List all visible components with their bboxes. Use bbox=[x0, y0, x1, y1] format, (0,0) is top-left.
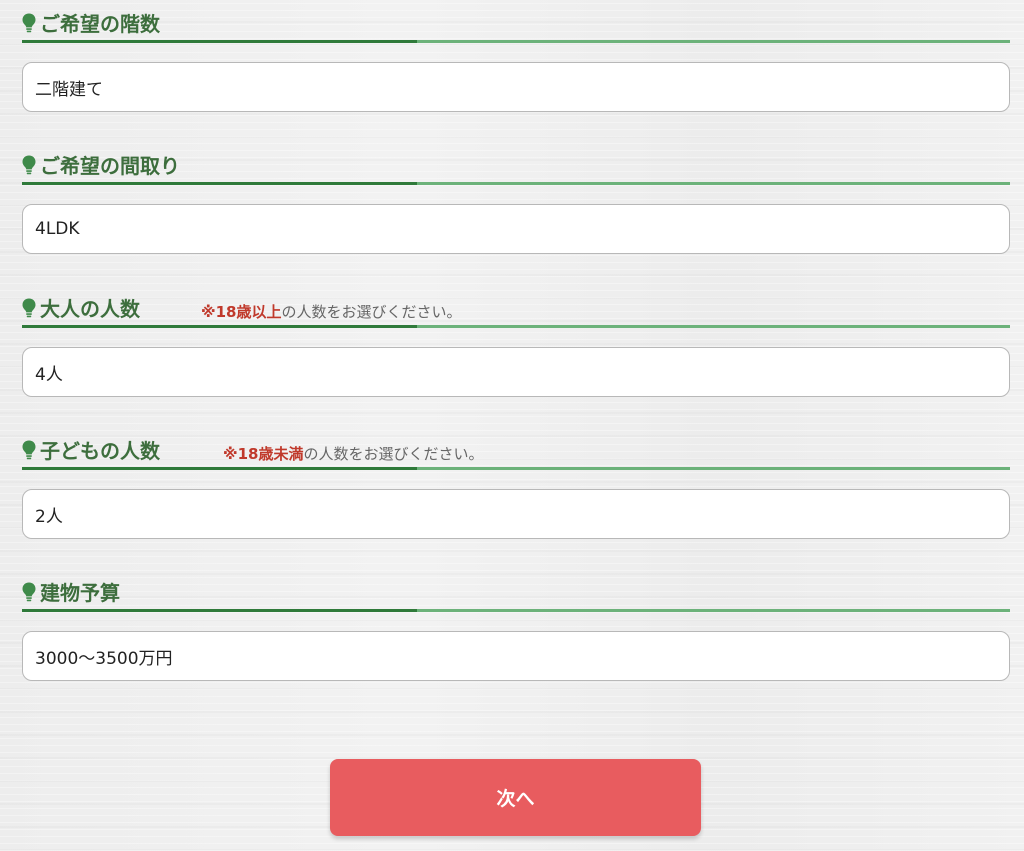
lightbulb-icon bbox=[22, 13, 36, 33]
children-heading: 子どもの人数 ※18歳未満の人数をお選びください。 bbox=[22, 427, 1010, 470]
children-note-emphasis: ※18歳未満 bbox=[223, 445, 304, 463]
layout-section: ご希望の間取り 4LDK bbox=[22, 142, 1010, 254]
next-button-label: 次へ bbox=[496, 788, 535, 810]
layout-heading: ご希望の間取り bbox=[22, 142, 1010, 185]
lightbulb-icon bbox=[22, 440, 36, 460]
layout-divider bbox=[22, 182, 1010, 185]
adults-value: 4人 bbox=[35, 364, 63, 385]
budget-select[interactable]: 3000～3500万円 bbox=[22, 631, 1010, 681]
floors-heading: ご希望の階数 bbox=[22, 0, 1010, 43]
budget-heading: 建物予算 bbox=[22, 569, 1010, 612]
lightbulb-icon bbox=[22, 582, 36, 602]
floors-value: 二階建て bbox=[35, 79, 103, 100]
adults-heading: 大人の人数 ※18歳以上の人数をお選びください。 bbox=[22, 285, 1010, 328]
adults-section: 大人の人数 ※18歳以上の人数をお選びください。 4人 bbox=[22, 285, 1010, 397]
children-value: 2人 bbox=[35, 506, 63, 527]
adults-label: 大人の人数 bbox=[40, 297, 140, 321]
adults-note-emphasis: ※18歳以上 bbox=[201, 303, 282, 321]
adults-note: ※18歳以上の人数をお選びください。 bbox=[201, 302, 461, 322]
lightbulb-icon bbox=[22, 155, 36, 175]
floors-divider bbox=[22, 40, 1010, 43]
budget-label: 建物予算 bbox=[40, 581, 120, 605]
adults-divider bbox=[22, 325, 1010, 328]
budget-divider bbox=[22, 609, 1010, 612]
adults-select[interactable]: 4人 bbox=[22, 347, 1010, 397]
next-button[interactable]: 次へ bbox=[330, 759, 701, 836]
children-divider bbox=[22, 467, 1010, 470]
layout-label: ご希望の間取り bbox=[40, 154, 180, 178]
children-select[interactable]: 2人 bbox=[22, 489, 1010, 539]
children-note-text: の人数をお選びください。 bbox=[303, 445, 484, 463]
floors-select[interactable]: 二階建て bbox=[22, 62, 1010, 112]
adults-note-text: の人数をお選びください。 bbox=[281, 303, 462, 321]
lightbulb-icon bbox=[22, 298, 36, 318]
floors-section: ご希望の階数 二階建て bbox=[22, 0, 1010, 112]
budget-value: 3000～3500万円 bbox=[35, 648, 173, 669]
children-section: 子どもの人数 ※18歳未満の人数をお選びください。 2人 bbox=[22, 427, 1010, 539]
layout-select[interactable]: 4LDK bbox=[22, 204, 1010, 254]
budget-section: 建物予算 3000～3500万円 bbox=[22, 569, 1010, 681]
floors-label: ご希望の階数 bbox=[40, 12, 160, 36]
children-note: ※18歳未満の人数をお選びください。 bbox=[223, 444, 483, 464]
children-label: 子どもの人数 bbox=[40, 439, 160, 463]
layout-value: 4LDK bbox=[35, 219, 80, 239]
